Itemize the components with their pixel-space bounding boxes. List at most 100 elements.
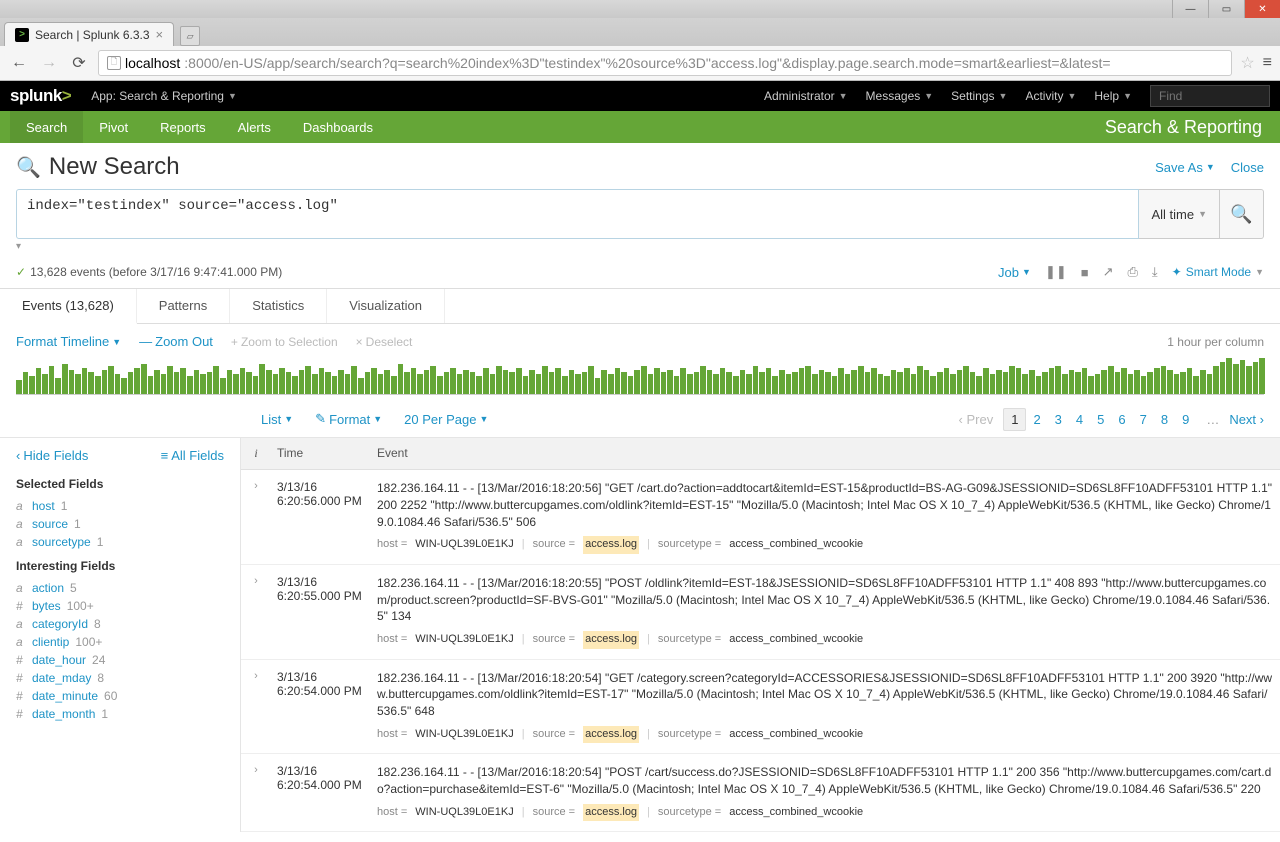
timeline-bar[interactable] — [16, 380, 22, 394]
meta-source[interactable]: access.log — [583, 726, 639, 743]
timeline-bar[interactable] — [102, 370, 108, 394]
timeline-bar[interactable] — [1253, 362, 1259, 394]
timeline-bar[interactable] — [509, 372, 515, 394]
field-row[interactable]: asource1 — [16, 515, 224, 533]
timeline-bar[interactable] — [1240, 360, 1246, 394]
timeline-bar[interactable] — [1134, 370, 1140, 394]
timeline-bar[interactable] — [1115, 372, 1121, 394]
timeline-bar[interactable] — [911, 374, 917, 394]
timeline-bar[interactable] — [259, 364, 265, 394]
timeline-bar[interactable] — [1108, 366, 1114, 394]
timeline-bar[interactable] — [845, 374, 851, 394]
timeline-bar[interactable] — [476, 376, 482, 394]
timeline-chart[interactable] — [16, 355, 1264, 395]
timeline-bar[interactable] — [838, 368, 844, 394]
timeline-bar[interactable] — [246, 372, 252, 394]
timeline-bar[interactable] — [726, 372, 732, 394]
event-raw[interactable]: 182.236.164.11 - - [13/Mar/2016:18:20:56… — [377, 480, 1274, 530]
timeline-bar[interactable] — [1049, 368, 1055, 394]
timeline-bar[interactable] — [805, 366, 811, 394]
timeline-bar[interactable] — [299, 370, 305, 394]
timeline-bar[interactable] — [667, 370, 673, 394]
search-assistant-toggle[interactable]: ▾ — [16, 241, 1264, 252]
timeline-bar[interactable] — [595, 378, 601, 394]
timeline-bar[interactable] — [654, 368, 660, 394]
timeline-bar[interactable] — [588, 366, 594, 394]
timeline-bar[interactable] — [384, 370, 390, 394]
timeline-bar[interactable] — [167, 366, 173, 394]
pager-page[interactable]: 1 — [1003, 408, 1026, 431]
search-input[interactable]: index="testindex" source="access.log" — [16, 189, 1139, 239]
timeline-bar[interactable] — [154, 370, 160, 394]
back-button[interactable]: ← — [8, 52, 30, 74]
timeline-bar[interactable] — [897, 372, 903, 394]
timeline-bar[interactable] — [174, 372, 180, 394]
timeline-bar[interactable] — [871, 368, 877, 394]
field-row[interactable]: #date_month1 — [16, 705, 224, 723]
timeline-bar[interactable] — [858, 366, 864, 394]
field-row[interactable]: #date_mday8 — [16, 669, 224, 687]
timeline-bar[interactable] — [496, 366, 502, 394]
field-row[interactable]: acategoryId8 — [16, 615, 224, 633]
timeline-bar[interactable] — [930, 376, 936, 394]
timeline-bar[interactable] — [325, 372, 331, 394]
timeline-bar[interactable] — [490, 374, 496, 394]
field-row[interactable]: #date_minute60 — [16, 687, 224, 705]
tab-patterns[interactable]: Patterns — [137, 289, 230, 323]
field-row[interactable]: #date_hour24 — [16, 651, 224, 669]
new-tab-button[interactable]: ▱ — [180, 26, 200, 46]
timeline-bar[interactable] — [601, 370, 607, 394]
pager-next[interactable]: Next › — [1229, 412, 1264, 427]
bookmark-icon[interactable]: ☆ — [1240, 53, 1254, 73]
timeline-bar[interactable] — [220, 378, 226, 394]
event-raw[interactable]: 182.236.164.11 - - [13/Mar/2016:18:20:54… — [377, 670, 1274, 720]
save-as-menu[interactable]: Save As▼ — [1155, 160, 1215, 175]
field-row[interactable]: ahost1 — [16, 497, 224, 515]
per-page-menu[interactable]: 20 Per Page▼ — [404, 411, 488, 427]
timeline-bar[interactable] — [865, 372, 871, 394]
timeline-bar[interactable] — [194, 370, 200, 394]
find-input[interactable] — [1150, 85, 1270, 107]
timeline-bar[interactable] — [621, 372, 627, 394]
timeline-bar[interactable] — [292, 376, 298, 394]
timeline-bar[interactable] — [180, 368, 186, 394]
job-menu[interactable]: Job▼ — [998, 265, 1031, 280]
timeline-bar[interactable] — [213, 366, 219, 394]
timeline-bar[interactable] — [733, 376, 739, 394]
time-range-picker[interactable]: All time▼ — [1139, 189, 1220, 239]
timeline-bar[interactable] — [812, 374, 818, 394]
timeline-bar[interactable] — [1101, 370, 1107, 394]
top-link-help[interactable]: Help▼ — [1094, 89, 1132, 103]
pager-page[interactable]: 6 — [1111, 409, 1132, 430]
timeline-bar[interactable] — [286, 372, 292, 394]
timeline-bar[interactable] — [1009, 366, 1015, 394]
format-menu[interactable]: ✎Format▼ — [315, 411, 382, 427]
timeline-bar[interactable] — [1174, 374, 1180, 394]
timeline-bar[interactable] — [1016, 368, 1022, 394]
hide-fields-button[interactable]: ‹ Hide Fields — [16, 448, 88, 463]
timeline-bar[interactable] — [1259, 358, 1265, 394]
timeline-bar[interactable] — [378, 374, 384, 394]
timeline-bar[interactable] — [700, 366, 706, 394]
timeline-bar[interactable] — [799, 368, 805, 394]
timeline-bar[interactable] — [358, 378, 364, 394]
pager-page[interactable]: 3 — [1048, 409, 1069, 430]
timeline-bar[interactable] — [319, 368, 325, 394]
timeline-bar[interactable] — [253, 376, 259, 394]
tab-events[interactable]: Events (13,628) — [0, 289, 137, 324]
timeline-bar[interactable] — [759, 372, 765, 394]
pager-page[interactable]: 2 — [1026, 409, 1047, 430]
timeline-bar[interactable] — [720, 368, 726, 394]
timeline-bar[interactable] — [976, 376, 982, 394]
field-row[interactable]: asourcetype1 — [16, 533, 224, 551]
timeline-bar[interactable] — [1029, 370, 1035, 394]
timeline-bar[interactable] — [36, 368, 42, 394]
timeline-bar[interactable] — [1036, 376, 1042, 394]
timeline-bar[interactable] — [1147, 372, 1153, 394]
timeline-bar[interactable] — [1055, 366, 1061, 394]
meta-source[interactable]: access.log — [583, 804, 639, 821]
stop-icon[interactable]: ■ — [1081, 265, 1089, 280]
timeline-bar[interactable] — [128, 372, 134, 394]
timeline-bar[interactable] — [1207, 374, 1213, 394]
timeline-bar[interactable] — [648, 374, 654, 394]
